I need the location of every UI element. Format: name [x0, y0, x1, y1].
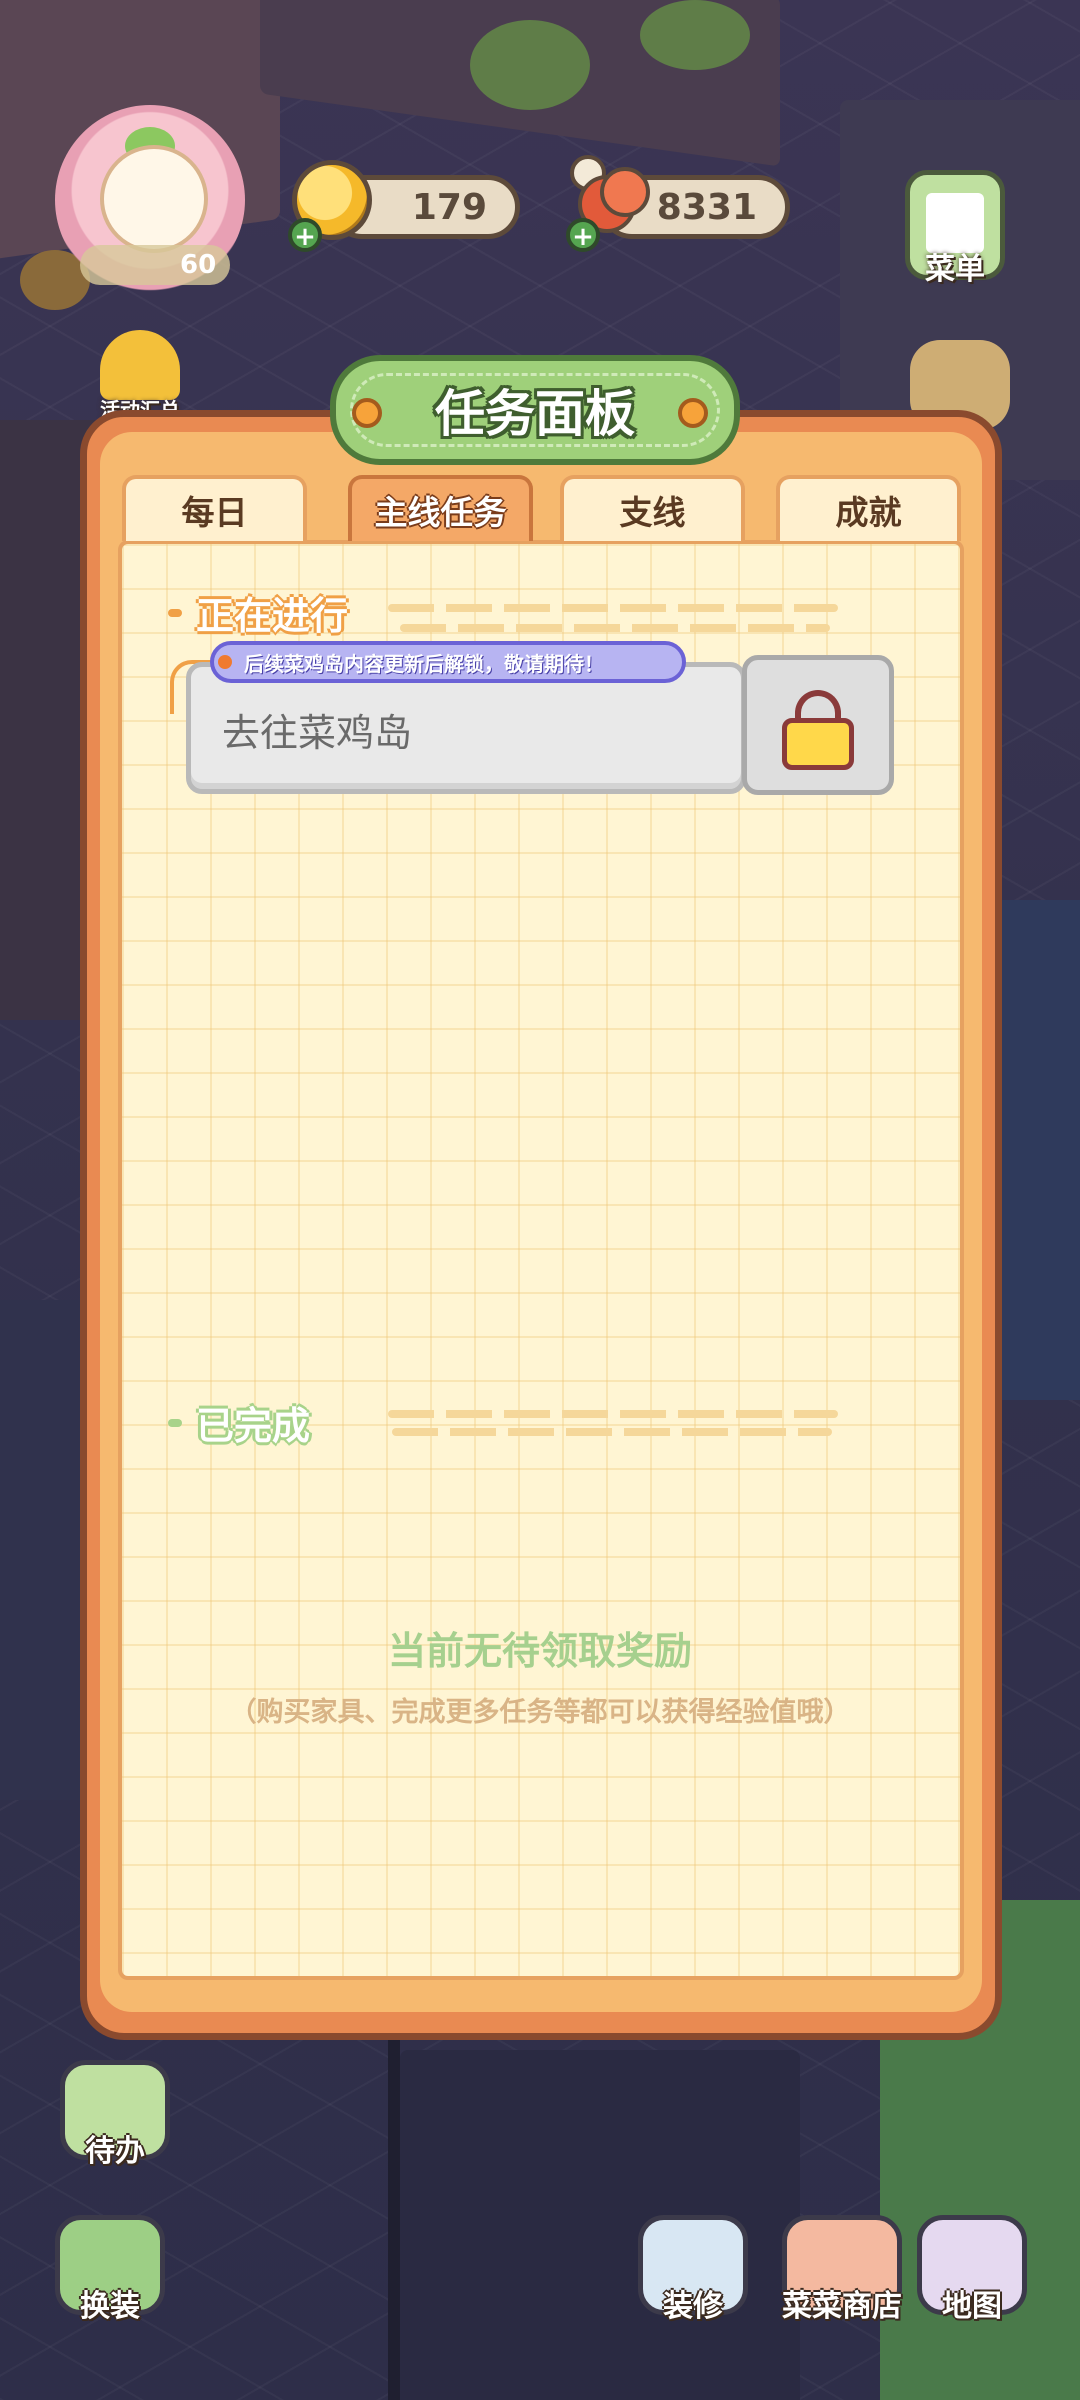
todo-button[interactable]: 待办 [45, 2060, 185, 2170]
title-dot [352, 398, 382, 428]
tab-side-quest[interactable]: 支线 [560, 475, 745, 541]
empty-rewards-hint: （购买家具、完成更多任务等都可以获得经验值哦） [229, 1697, 851, 1728]
menu-button[interactable]: 菜单 [895, 170, 1015, 288]
task-tabs: 每日 主线任务 支线 成就 [120, 475, 965, 545]
unlock-notice: 后续菜鸡岛内容更新后解锁，敬请期待！ [210, 641, 686, 683]
notice-dot [218, 655, 232, 669]
shop-button[interactable]: 菜菜商店 [762, 2215, 922, 2325]
todo-label: 待办 [85, 2134, 145, 2169]
dress-label: 换装 [80, 2289, 140, 2324]
completed-heading: 已完成 [168, 1395, 310, 1450]
divider [388, 1410, 838, 1418]
tab-main-quest[interactable]: 主线任务 [348, 475, 533, 541]
panel-title: 任务面板 [435, 385, 635, 443]
map-button[interactable]: 地图 [902, 2215, 1042, 2325]
completed-heading-text: 已完成 [196, 1404, 311, 1448]
tab-achievements[interactable]: 成就 [776, 475, 961, 541]
dress-up-button[interactable]: 换装 [40, 2215, 180, 2325]
tab-daily[interactable]: 每日 [122, 475, 307, 541]
shop-label: 菜菜商店 [782, 2289, 902, 2324]
empty-rewards-title: 当前无待领取奖励 [387, 1629, 692, 1673]
map-label: 地图 [942, 2289, 1002, 2324]
in-progress-heading-text: 正在进行 [196, 594, 349, 638]
food-value: 8331 [656, 186, 757, 228]
background-flowers [470, 20, 590, 110]
divider [392, 1428, 832, 1436]
title-dot [678, 398, 708, 428]
decorate-label: 装修 [663, 2289, 723, 2324]
street-lamp-pole [388, 2030, 400, 2400]
background-flowers [640, 0, 750, 70]
decorate-button[interactable]: 装修 [623, 2215, 763, 2325]
divider [400, 624, 830, 632]
player-level: 60 [180, 250, 217, 280]
in-progress-heading: 正在进行 [168, 585, 348, 640]
add-food-button[interactable]: + [566, 218, 600, 252]
events-icon [100, 330, 180, 400]
divider [388, 604, 838, 612]
coin-value: 179 [411, 186, 487, 228]
lock-icon-body [782, 718, 854, 770]
task-name: 去往菜鸡岛 [222, 711, 413, 755]
menu-label: 菜单 [925, 252, 985, 287]
chick-face-icon [100, 145, 208, 253]
add-coins-button[interactable]: + [288, 218, 322, 252]
